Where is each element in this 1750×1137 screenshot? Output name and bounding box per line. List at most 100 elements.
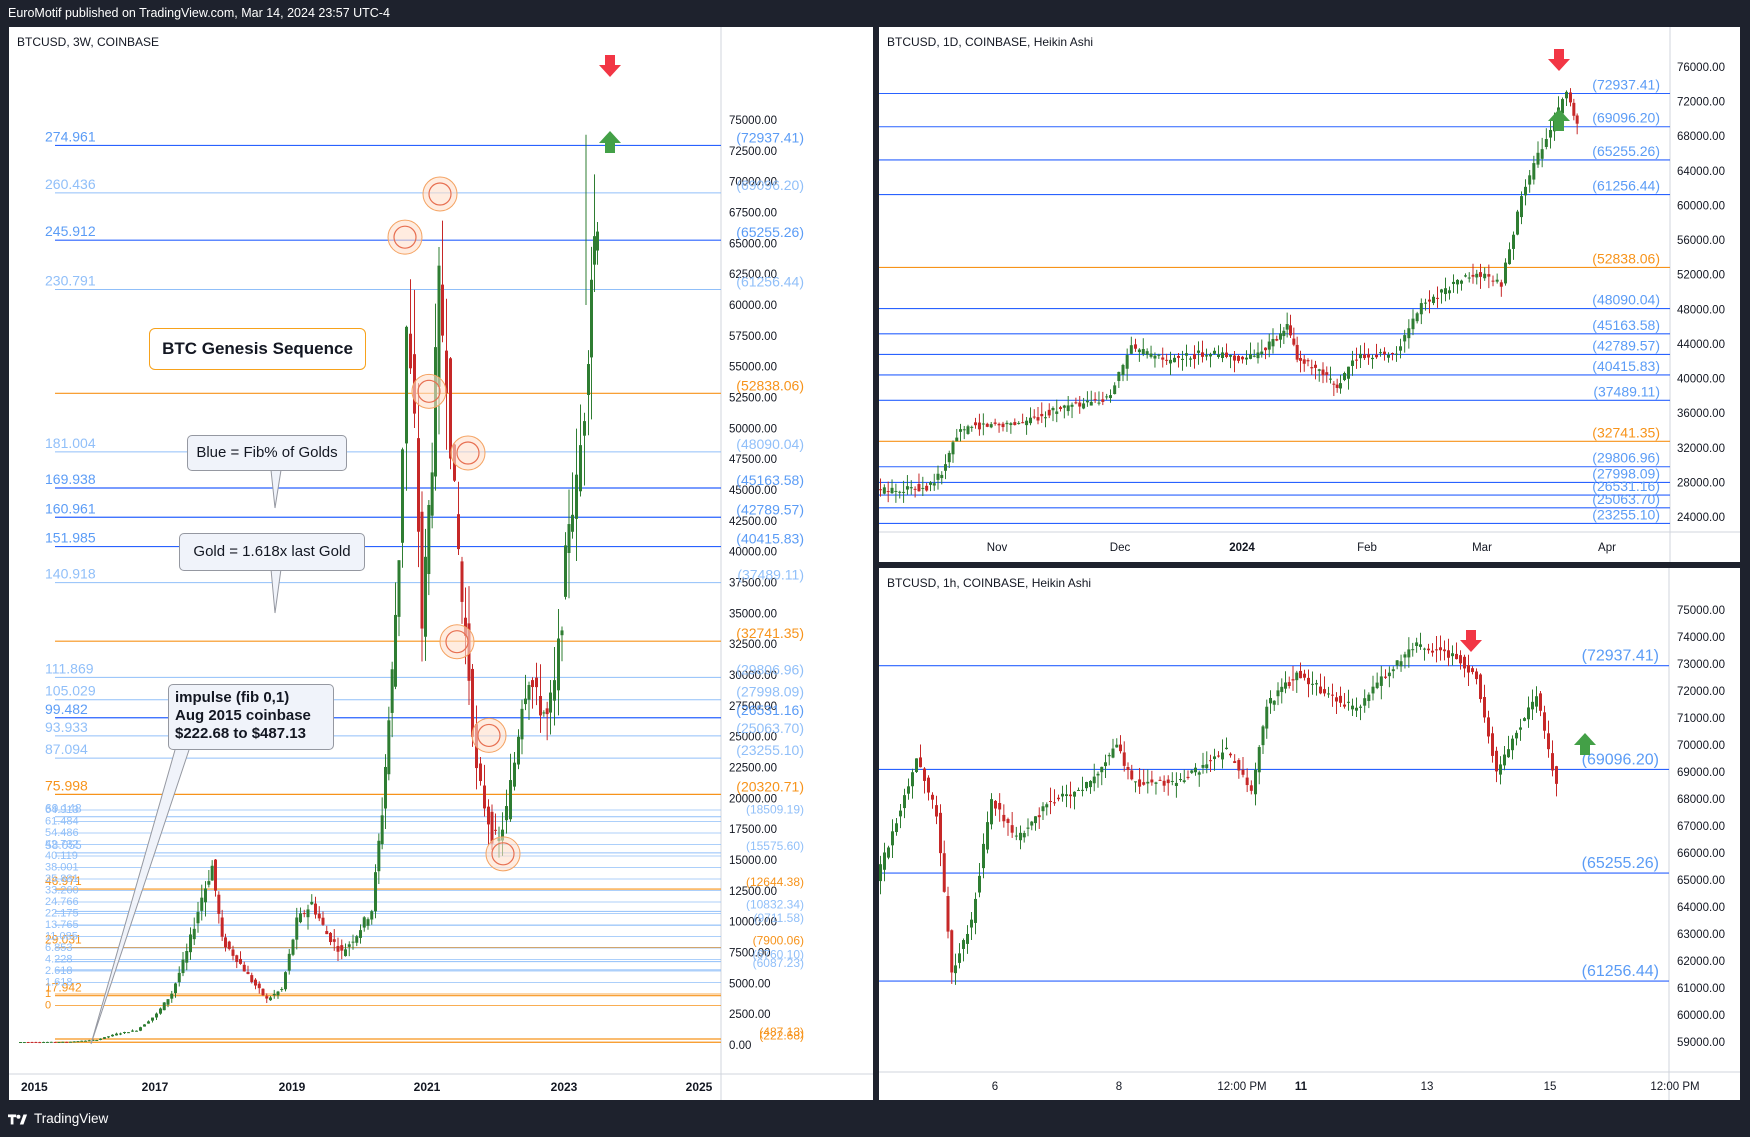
fib-level-price: (69096.20) — [1582, 751, 1659, 768]
chart-canvas-1h[interactable]: 75000.00 74000.00 73000.00 72000.00 71000.00… — [879, 568, 1740, 1100]
candle-body — [886, 491, 890, 493]
tradingview-footer: TradingView — [8, 1108, 108, 1130]
candle-body — [1363, 354, 1366, 359]
candle-body — [1040, 413, 1044, 417]
candle-body — [1343, 704, 1346, 707]
fib-level-price: (42789.57) — [1592, 337, 1660, 353]
fib-level-percent: 169.938 — [45, 471, 96, 487]
candle-body — [1407, 328, 1411, 339]
fib-level-percent: 99.482 — [45, 701, 88, 717]
candle-body — [1561, 99, 1564, 114]
time-tick-label: 8 — [1116, 1081, 1122, 1093]
candle-body — [1479, 674, 1482, 700]
candle-body — [1179, 779, 1182, 781]
fib-level-percent: 230.791 — [45, 273, 96, 289]
callout-blue-fib[interactable]: Blue = Fib% of Golds — [187, 435, 347, 471]
candle-body — [1014, 835, 1018, 837]
candle-body — [1491, 733, 1494, 756]
candle-body — [291, 939, 295, 955]
candle-body — [935, 805, 938, 817]
callout-genesis[interactable]: BTC Genesis Sequence — [149, 328, 366, 370]
candle-body — [970, 426, 974, 428]
time-tick-label: Feb — [1357, 542, 1377, 554]
candle-body — [457, 514, 460, 550]
candle-body — [531, 680, 534, 688]
candle-body — [1295, 672, 1299, 681]
candle-body — [1005, 422, 1009, 425]
candle-body — [539, 696, 542, 716]
callout-pointer — [270, 568, 282, 614]
chart-panel-3w[interactable]: 75000.00 72500.00 70000.00 67500.00 65000.00… — [9, 27, 873, 1100]
candle-body — [329, 932, 332, 943]
candle-body — [1399, 661, 1403, 667]
candle-body — [1280, 686, 1284, 693]
price-tick-label: 28000.00 — [1677, 477, 1725, 489]
fib-level-price: (27998.09) — [736, 684, 804, 700]
candle-body — [517, 736, 520, 765]
callout-impulse-line1: impulse (fib 0,1) — [175, 689, 290, 706]
candle-body — [336, 945, 340, 952]
candle-body — [107, 1036, 110, 1038]
candle-body — [1021, 422, 1025, 424]
candle-body — [915, 758, 918, 773]
arrow-down-icon — [1460, 630, 1482, 652]
price-tick-label: 67500.00 — [729, 208, 777, 220]
candle-body — [1440, 289, 1443, 293]
candle-body — [913, 488, 917, 490]
candle-body — [1257, 747, 1261, 773]
candle-body — [994, 800, 997, 809]
candle-body — [449, 358, 452, 459]
candle-body — [997, 423, 1001, 426]
fib-level-price: (48090.04) — [736, 436, 804, 452]
candle-body — [69, 1041, 72, 1043]
callout-gold-ratio[interactable]: Gold = 1.618x last Gold — [179, 533, 365, 571]
chart-canvas-3w[interactable]: 75000.0072500.0070000.0067500.0065000.00… — [9, 27, 873, 1100]
candle-body — [1045, 804, 1049, 808]
fib-minor-percent: 61.484 — [45, 816, 79, 828]
candle-body — [483, 785, 486, 809]
candle-body — [210, 865, 214, 881]
candle-body — [887, 847, 890, 858]
candle-body — [420, 511, 424, 629]
candle-body — [1359, 353, 1362, 359]
candle-body — [879, 864, 882, 882]
candle-body — [1411, 318, 1415, 330]
time-tick-label: Mar — [1472, 542, 1492, 554]
candle-body — [560, 630, 564, 636]
candle-body — [1540, 149, 1544, 159]
time-tick-label: 11 — [1295, 1081, 1308, 1093]
candle-body — [1495, 750, 1498, 772]
candle-body — [1269, 698, 1272, 704]
chart-panel-1d[interactable]: 76000.00 72000.00 68000.00 64000.00 60000.00… — [879, 27, 1740, 562]
candle-body — [384, 766, 387, 809]
candle-body — [1432, 296, 1435, 304]
candle-body — [535, 677, 538, 688]
candle-body — [882, 487, 886, 494]
fib-level-price: (72937.41) — [736, 129, 804, 145]
candle-body — [1343, 373, 1346, 381]
fib-minor-percent: 42.732 — [45, 839, 79, 851]
candle-body — [1460, 280, 1463, 284]
candle-body — [265, 996, 269, 999]
callout-impulse[interactable]: impulse (fib 0,1) Aug 2015 coinbase $222… — [168, 684, 334, 750]
fib-level-price: (9711.58) — [754, 911, 804, 925]
candle-body — [909, 487, 913, 489]
candle-body — [587, 364, 590, 395]
candle-body — [1291, 679, 1295, 681]
chart-canvas-1d[interactable]: 76000.00 72000.00 68000.00 64000.00 60000.00… — [879, 27, 1740, 562]
candle-body — [1145, 351, 1149, 355]
candle-body — [1321, 369, 1325, 376]
candle-body — [1471, 668, 1474, 673]
candle-body — [1009, 423, 1013, 426]
candle-body — [1053, 802, 1056, 804]
price-tick-label: 32000.00 — [1677, 443, 1725, 455]
candle-body — [26, 1041, 30, 1043]
fib-minor-percent: 38.001 — [45, 862, 79, 874]
candle-body — [1323, 689, 1326, 694]
candle-body — [1403, 654, 1407, 658]
candle-body — [1092, 776, 1096, 784]
chart-panel-1h[interactable]: 75000.00 74000.00 73000.00 72000.00 71000.00… — [879, 568, 1740, 1100]
candle-body — [1209, 354, 1212, 357]
candle-body — [1411, 649, 1415, 651]
candle-body — [1181, 358, 1184, 360]
